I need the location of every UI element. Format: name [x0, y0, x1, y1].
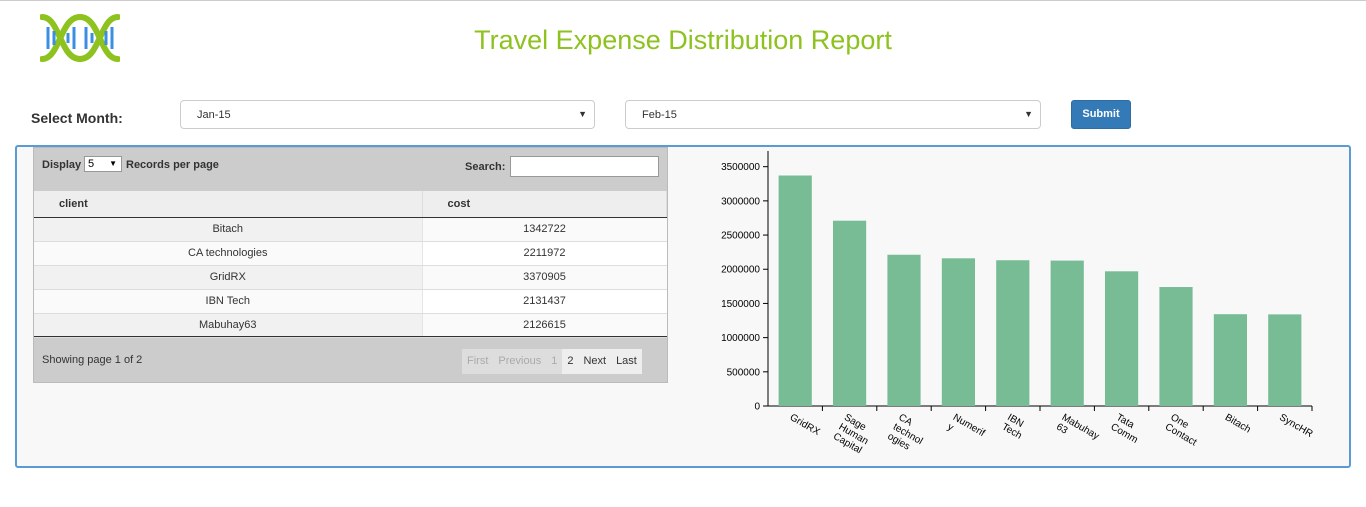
chevron-down-icon: ▼: [578, 109, 587, 119]
from-month-value: Jan-15: [197, 109, 231, 121]
data-table-widget: Display 5 ▼ Records per page Search: cli…: [33, 147, 668, 383]
pager-last-button[interactable]: Last: [611, 349, 642, 374]
x-tick-label: IBNTech: [1000, 412, 1029, 442]
client-cell: IBN Tech: [34, 289, 423, 314]
search-label: Search:: [465, 161, 506, 173]
cost-bar-chart: 0 500000 1000000 1500000 2000000 2500000 30000…: [721, 151, 1315, 457]
cost-cell: 2211972: [422, 241, 667, 266]
table-bottom-border: [34, 336, 667, 337]
pager-first-button[interactable]: First: [462, 349, 494, 374]
to-month-value: Feb-15: [642, 109, 677, 121]
client-cell: Bitach: [34, 217, 423, 242]
pager-next-button[interactable]: Next: [578, 349, 612, 374]
cost-cell: 2126615: [422, 313, 667, 338]
table-row: Mabuhay63 2126615: [34, 313, 667, 338]
page-title: Travel Expense Distribution Report: [474, 25, 892, 55]
column-header-client[interactable]: client: [34, 191, 423, 218]
select-month-label: Select Month:: [31, 110, 123, 126]
x-tick-label: GridRX: [788, 412, 822, 438]
bar: [833, 220, 867, 406]
client-cost-table: client cost Bitach 1342722 CA technologi…: [34, 191, 667, 338]
bar: [1050, 260, 1084, 406]
x-tick-label: TataComm: [1109, 412, 1146, 446]
bar: [1213, 314, 1247, 406]
cost-cell: 2131437: [422, 289, 667, 314]
table-toolbar: Display 5 ▼ Records per page Search:: [34, 148, 667, 191]
page-size-select[interactable]: 5 ▼: [84, 156, 122, 172]
y-tick-label: 3500000: [721, 162, 760, 173]
client-cell: GridRX: [34, 265, 423, 290]
client-cell: Mabuhay63: [34, 313, 423, 338]
bar: [996, 260, 1030, 406]
x-tick-label: OneContact: [1163, 412, 1204, 448]
display-label: Display: [42, 159, 82, 171]
y-tick-label: 0: [754, 402, 760, 413]
bar: [941, 258, 975, 406]
page-info: Showing page 1 of 2: [42, 354, 143, 366]
table-row: Bitach 1342722: [34, 217, 667, 242]
x-tick-label: CAtechnologies: [886, 412, 930, 457]
y-tick-label: 2000000: [721, 265, 760, 276]
x-tick-label: Bitach: [1223, 412, 1253, 435]
x-tick-label: SageHumanCapital: [831, 412, 875, 457]
x-tick-label: Numerify: [945, 412, 987, 449]
bar: [1268, 314, 1302, 406]
pager-page-2[interactable]: 2: [562, 349, 579, 374]
table-row: CA technologies 2211972: [34, 241, 667, 266]
submit-button[interactable]: Submit: [1071, 100, 1131, 129]
bar: [1105, 271, 1139, 406]
y-tick-label: 1500000: [721, 299, 760, 310]
y-tick-label: 3000000: [721, 196, 760, 207]
bar: [887, 254, 921, 406]
to-month-select[interactable]: Feb-15 ▼: [625, 100, 1041, 129]
y-tick-label: 500000: [727, 367, 761, 378]
cost-cell: 1342722: [422, 217, 667, 242]
column-header-cost[interactable]: cost: [422, 191, 667, 218]
pager-previous-button[interactable]: Previous: [493, 349, 547, 374]
y-tick-label: 2500000: [721, 231, 760, 242]
bar: [778, 175, 812, 406]
from-month-select[interactable]: Jan-15 ▼: [180, 100, 595, 129]
x-tick-label: SyncHR: [1277, 412, 1314, 440]
records-per-page-label: Records per page: [126, 159, 219, 171]
table-row: GridRX 3370905: [34, 265, 667, 290]
search-input[interactable]: [510, 156, 659, 177]
page-size-value: 5: [88, 158, 95, 170]
bar: [1159, 287, 1193, 406]
chevron-down-icon: ▼: [109, 159, 117, 168]
pagination: First Previous 1 2 Next Last: [462, 349, 642, 374]
table-row: IBN Tech 2131437: [34, 289, 667, 314]
chevron-down-icon: ▼: [1024, 109, 1033, 119]
y-tick-label: 1000000: [721, 333, 760, 344]
pager-page-1[interactable]: 1: [546, 349, 563, 374]
client-cell: CA technologies: [34, 241, 423, 266]
cost-cell: 3370905: [422, 265, 667, 290]
x-tick-label: Mabuhay63: [1054, 412, 1101, 452]
